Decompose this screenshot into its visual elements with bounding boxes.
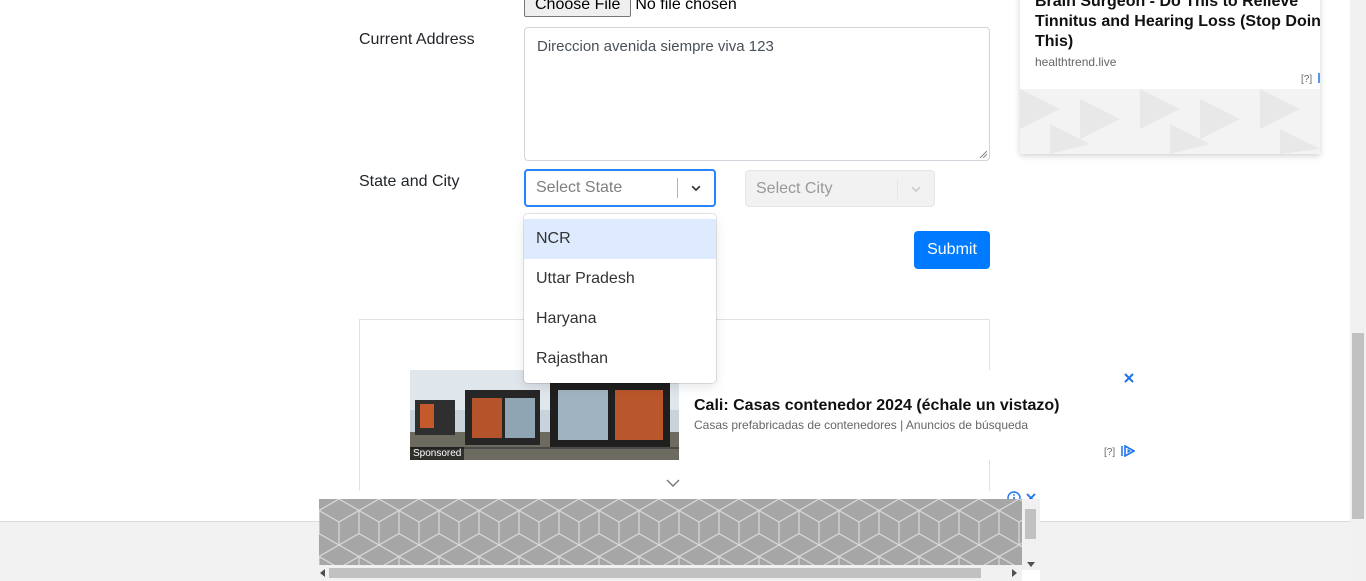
scrollbar-thumb[interactable] — [1025, 509, 1036, 539]
state-option-haryana[interactable]: Haryana — [524, 299, 716, 339]
ad-info-marker[interactable]: [?] — [1301, 74, 1312, 85]
current-address-label: Current Address — [359, 31, 475, 48]
state-select[interactable]: Select State — [524, 169, 716, 207]
adchoices-icon[interactable] — [1121, 445, 1135, 457]
arrow-left-icon[interactable] — [319, 569, 325, 577]
choose-file-button[interactable]: Choose File — [524, 0, 632, 17]
city-select[interactable]: Select City — [745, 170, 935, 207]
ad-image[interactable]: Sponsored — [410, 370, 679, 460]
ad-info-marker[interactable]: [?] — [1104, 447, 1115, 458]
scrollbar-thumb[interactable] — [1352, 333, 1364, 519]
ad-title[interactable]: Brain Surgeon - Do This to Relieve Tinni… — [1035, 0, 1320, 52]
ad-title[interactable]: Cali: Casas contenedor 2024 (échale un v… — [694, 397, 1059, 415]
current-address-textarea[interactable]: Direccion avenida siempre viva 123 — [524, 27, 990, 161]
state-city-label: State and City — [359, 173, 460, 190]
submit-button[interactable]: Submit — [914, 231, 990, 269]
chevron-down-icon[interactable] — [898, 171, 934, 206]
sponsored-ad-banner[interactable]: Sponsored Cali: Casas contenedor 2024 (é… — [410, 370, 1140, 460]
chevron-down-icon[interactable] — [678, 171, 714, 205]
city-select-placeholder: Select City — [756, 179, 833, 197]
sponsored-badge: Sponsored — [410, 447, 465, 460]
current-address-value: Direccion avenida siempre viva 123 — [537, 38, 774, 55]
file-input-row: Choose File No file chosen — [524, 0, 737, 18]
ad-subtitle: Casas prefabricadas de contenedores | An… — [694, 418, 1029, 432]
arrow-right-icon[interactable] — [1012, 569, 1018, 577]
scrollbar-thumb[interactable] — [329, 568, 981, 578]
close-icon[interactable] — [1123, 372, 1135, 384]
state-option-ncr[interactable]: NCR — [524, 219, 716, 259]
adchoices-icon[interactable] — [1318, 72, 1320, 84]
ad-horizontal-scrollbar[interactable] — [319, 565, 1022, 581]
state-dropdown-menu: NCR Uttar Pradesh Haryana Rajasthan — [524, 214, 716, 383]
ad-vertical-scrollbar[interactable] — [1022, 499, 1040, 570]
file-status-text: No file chosen — [635, 0, 737, 13]
state-select-placeholder: Select State — [536, 179, 623, 196]
ad-domain: healthtrend.live — [1035, 55, 1117, 69]
chevron-down-icon[interactable] — [666, 478, 680, 488]
state-option-rajasthan[interactable]: Rajasthan — [524, 339, 716, 379]
ad-placeholder-pattern — [1020, 89, 1320, 154]
page-vertical-scrollbar[interactable] — [1350, 0, 1366, 581]
arrow-down-icon[interactable] — [1027, 562, 1035, 568]
resize-grip-icon[interactable] — [979, 150, 987, 158]
state-option-uttar-pradesh[interactable]: Uttar Pradesh — [524, 259, 716, 299]
top-right-ad[interactable]: Brain Surgeon - Do This to Relieve Tinni… — [1020, 0, 1320, 154]
ad-placeholder-pattern — [319, 499, 1022, 570]
bottom-ad-frame[interactable] — [319, 491, 1040, 581]
